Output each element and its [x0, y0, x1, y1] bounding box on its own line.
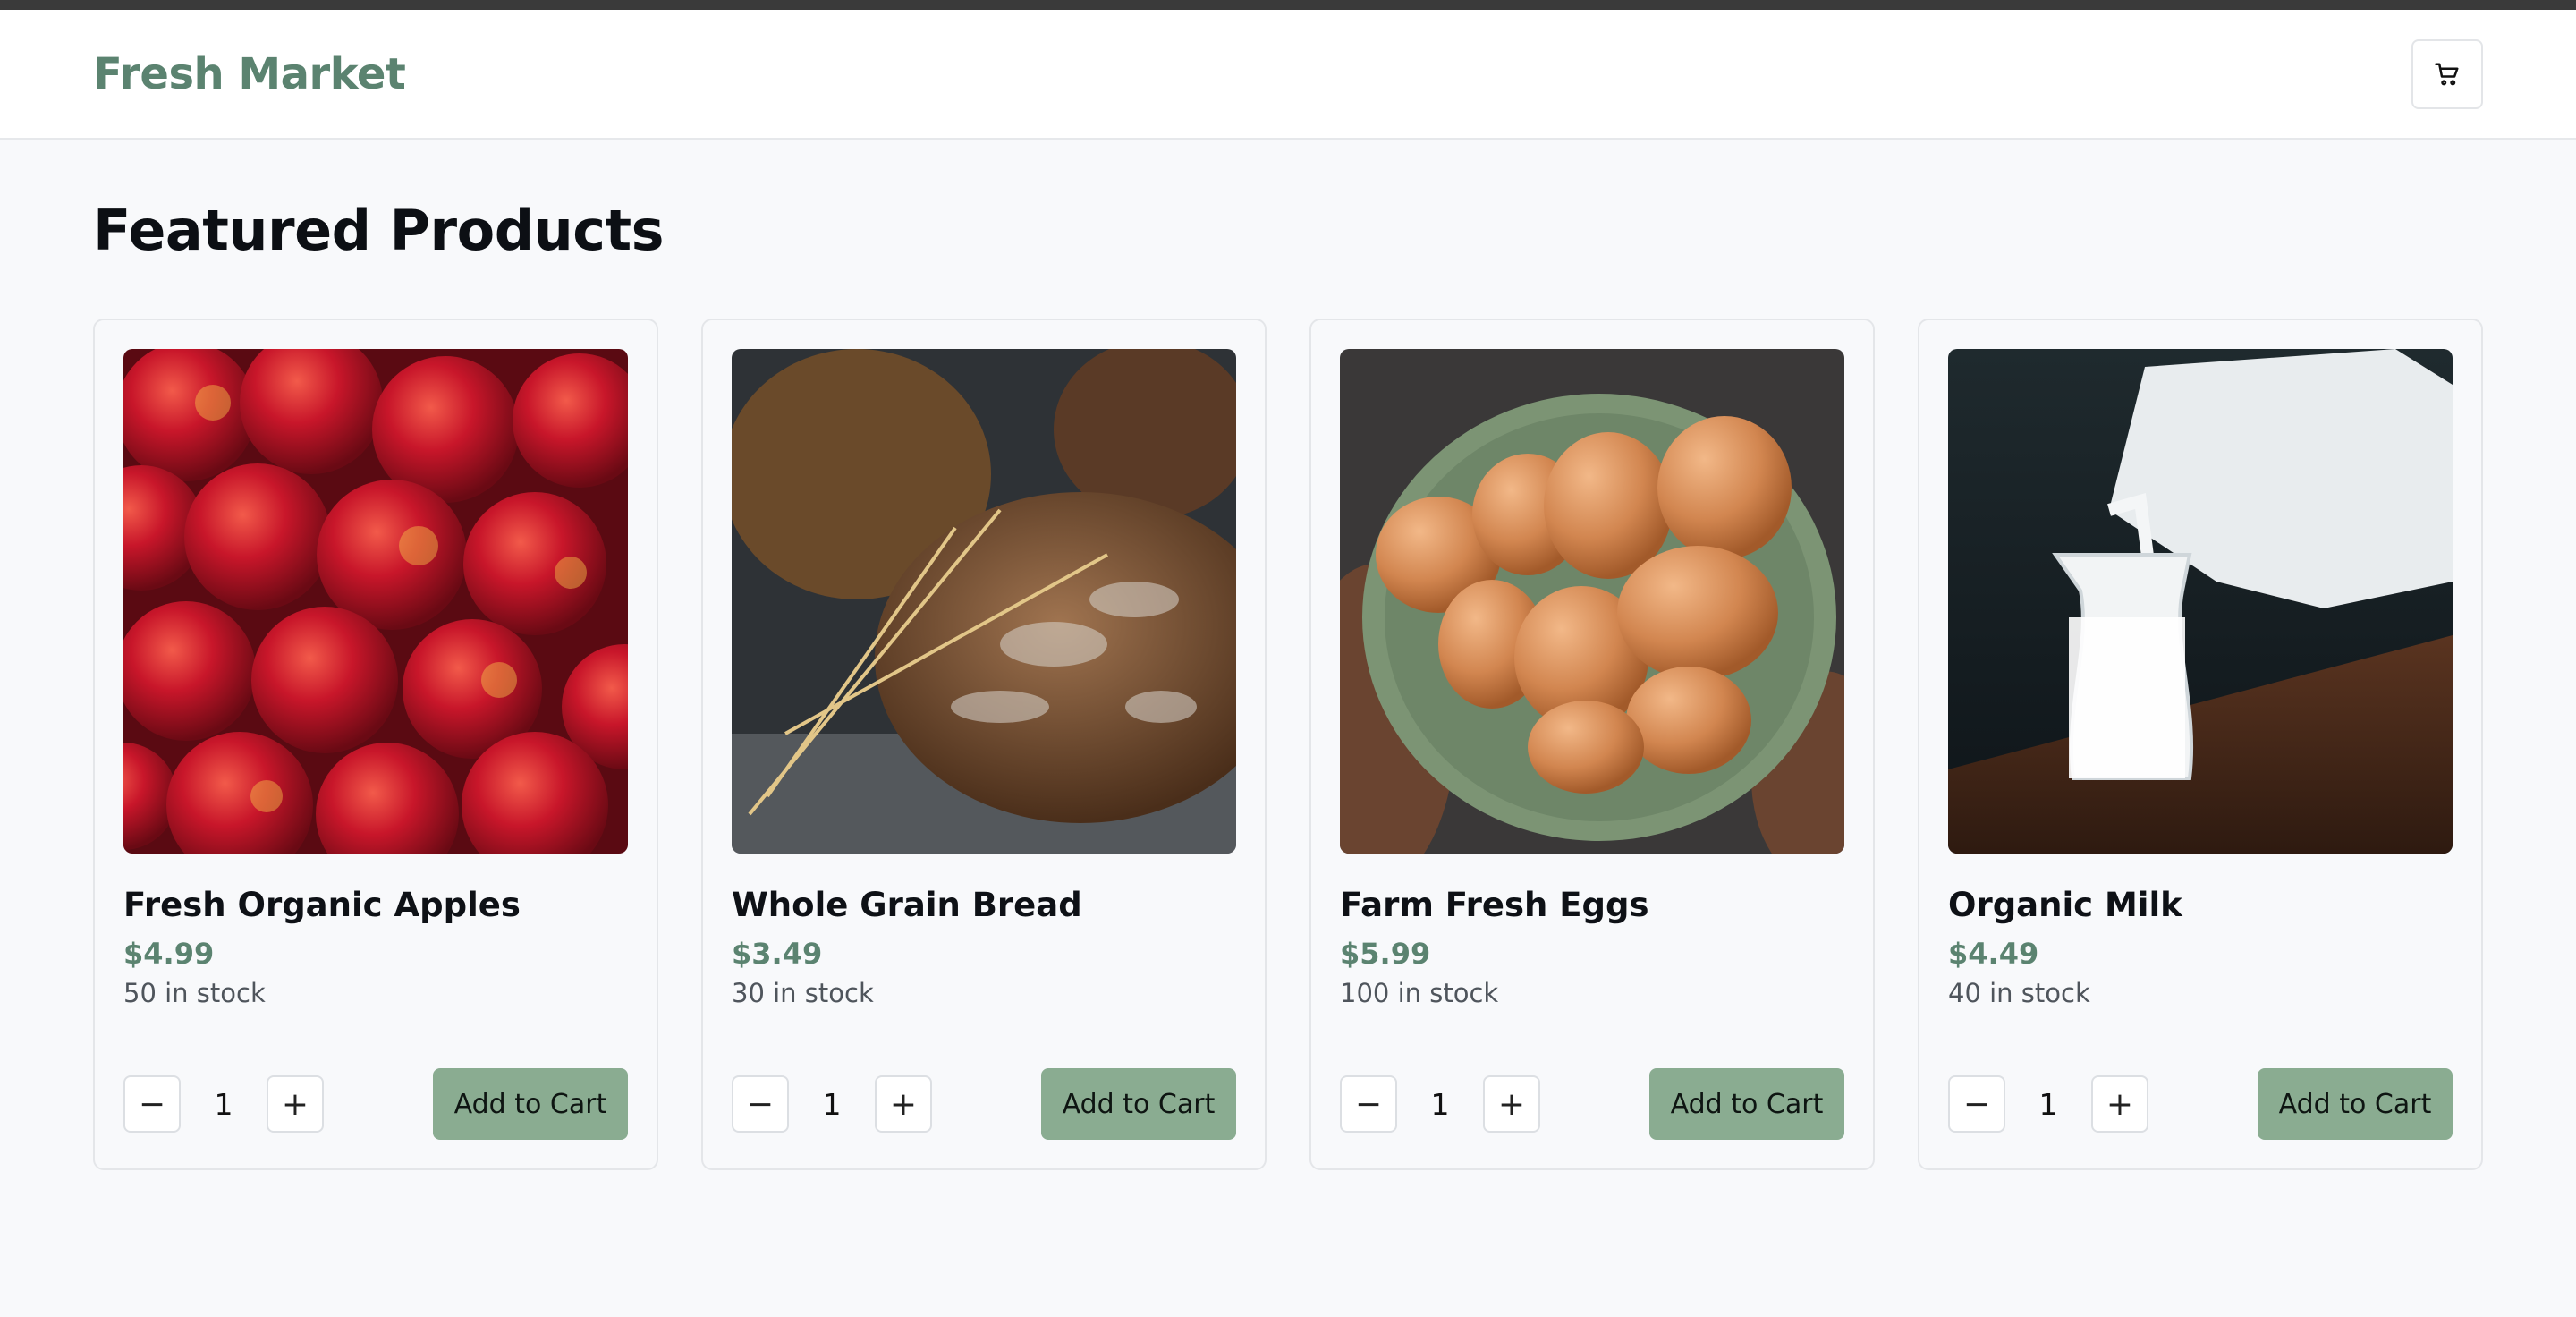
- product-image-apples[interactable]: [123, 349, 628, 854]
- quantity-stepper: − 1 +: [1948, 1075, 2148, 1134]
- shopping-cart-icon: [2434, 61, 2461, 88]
- quantity-value: 1: [1430, 1086, 1450, 1122]
- brand-logo[interactable]: Fresh Market: [93, 49, 406, 99]
- decrement-button[interactable]: −: [123, 1075, 181, 1134]
- decrement-button[interactable]: −: [1340, 1075, 1397, 1134]
- add-to-cart-button[interactable]: Add to Cart: [1041, 1068, 1236, 1141]
- purchase-controls: − 1 + Add to Cart: [732, 1068, 1236, 1141]
- product-price: $3.49: [732, 937, 823, 972]
- add-to-cart-button[interactable]: Add to Cart: [2258, 1068, 2453, 1141]
- purchase-controls: − 1 + Add to Cart: [1948, 1068, 2453, 1141]
- product-stock: 100 in stock: [1340, 978, 1499, 1009]
- page-title: Featured Products: [93, 198, 665, 263]
- decrement-button[interactable]: −: [732, 1075, 789, 1134]
- decrement-button[interactable]: −: [1948, 1075, 2005, 1134]
- increment-button[interactable]: +: [875, 1075, 932, 1134]
- product-price: $4.49: [1948, 937, 2039, 972]
- quantity-stepper: − 1 +: [1340, 1075, 1540, 1134]
- product-stock: 30 in stock: [732, 978, 874, 1009]
- quantity-stepper: − 1 +: [123, 1075, 324, 1134]
- product-name: Whole Grain Bread: [732, 886, 1082, 925]
- product-stock: 40 in stock: [1948, 978, 2090, 1009]
- product-card: Fresh Organic Apples $4.99 50 in stock −…: [93, 319, 658, 1171]
- purchase-controls: − 1 + Add to Cart: [123, 1068, 628, 1141]
- quantity-value: 1: [822, 1086, 842, 1122]
- cart-button[interactable]: [2411, 38, 2483, 109]
- product-card: Whole Grain Bread $3.49 30 in stock − 1 …: [701, 319, 1267, 1171]
- purchase-controls: − 1 + Add to Cart: [1340, 1068, 1844, 1141]
- quantity-value: 1: [2038, 1086, 2058, 1122]
- product-image-eggs[interactable]: [1340, 349, 1844, 854]
- product-image-bread[interactable]: [732, 349, 1236, 854]
- product-stock: 50 in stock: [123, 978, 266, 1009]
- increment-button[interactable]: +: [2091, 1075, 2148, 1134]
- product-name: Organic Milk: [1948, 886, 2182, 925]
- quantity-value: 1: [214, 1086, 233, 1122]
- quantity-stepper: − 1 +: [732, 1075, 932, 1134]
- add-to-cart-button[interactable]: Add to Cart: [433, 1068, 628, 1141]
- product-card: Farm Fresh Eggs $5.99 100 in stock − 1 +…: [1309, 319, 1875, 1171]
- product-price: $4.99: [123, 937, 215, 972]
- product-name: Fresh Organic Apples: [123, 886, 521, 925]
- site-header: Fresh Market: [0, 10, 2576, 140]
- product-image-milk[interactable]: [1948, 349, 2453, 854]
- product-grid: Fresh Organic Apples $4.99 50 in stock −…: [93, 319, 2483, 1171]
- increment-button[interactable]: +: [1483, 1075, 1540, 1134]
- add-to-cart-button[interactable]: Add to Cart: [1649, 1068, 1844, 1141]
- product-card: Organic Milk $4.49 40 in stock − 1 + Add…: [1918, 319, 2483, 1171]
- product-price: $5.99: [1340, 937, 1431, 972]
- main-content: Featured Products Fresh Organic Apples $…: [0, 140, 2576, 1171]
- top-strip: [0, 0, 2576, 10]
- product-name: Farm Fresh Eggs: [1340, 886, 1649, 925]
- increment-button[interactable]: +: [267, 1075, 324, 1134]
